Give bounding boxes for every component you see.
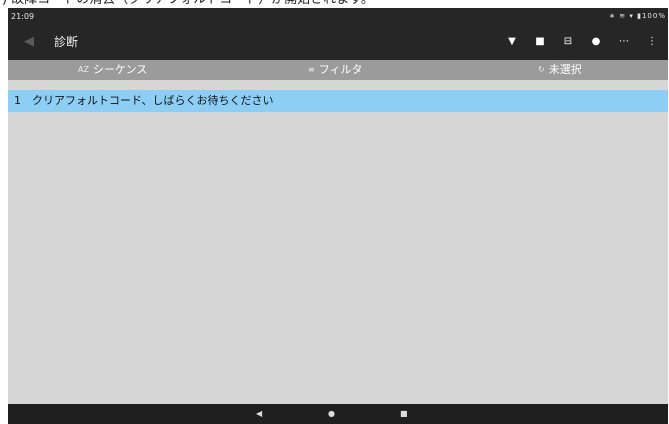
status-time: 21:09 xyxy=(11,12,35,21)
camera-icon[interactable]: ■ xyxy=(534,35,546,49)
nav-recents-icon[interactable]: ■ xyxy=(400,404,408,424)
sort-az-icon: AZ xyxy=(78,65,89,74)
more-icon[interactable]: ⋮ xyxy=(646,35,658,49)
system-status-icons: ∗ ≋ ▾ ▮100% xyxy=(609,12,666,20)
settings-icon[interactable]: ● xyxy=(590,35,602,49)
filter-button[interactable]: ≡ フィルタ xyxy=(308,60,362,80)
caption-text: ) 故障コードの消去（クリアフォルトコード）が開始されます。 xyxy=(0,0,669,8)
app-bar: ◀ 診断 ▼ ■ ⊟ ● ⋯ ⋮ xyxy=(8,25,668,60)
unselected-label: 未選択 xyxy=(548,63,582,76)
filter-icon: ≡ xyxy=(308,65,315,74)
list-item-text: クリアフォルトコード、しばらくお待ちください xyxy=(32,94,274,107)
wifi-icon[interactable]: ▼ xyxy=(506,35,518,49)
app-bar-actions: ▼ ■ ⊟ ● ⋯ ⋮ xyxy=(506,35,658,49)
print-icon[interactable]: ⊟ xyxy=(562,35,574,49)
device-screen: 21:09 ∗ ≋ ▾ ▮100% ◀ 診断 ▼ ■ ⊟ ● ⋯ ⋮ AZ シー… xyxy=(8,8,668,424)
sequence-label: シーケンス xyxy=(92,63,148,76)
page-title: 診断 xyxy=(54,35,79,49)
unselected-button[interactable]: ↻ 未選択 xyxy=(538,60,582,80)
back-icon[interactable]: ◀ xyxy=(24,35,42,49)
filter-label: フィルタ xyxy=(318,63,363,76)
list-toolbar: AZ シーケンス ≡ フィルタ ↻ 未選択 xyxy=(8,60,668,80)
nav-home-icon[interactable]: ● xyxy=(328,404,335,424)
list-item[interactable]: 1 クリアフォルトコード、しばらくお待ちください xyxy=(8,90,668,112)
list-item-index: 1 xyxy=(14,94,21,107)
nav-back-icon[interactable]: ◀ xyxy=(256,404,262,424)
grid-icon[interactable]: ⋯ xyxy=(618,35,630,49)
nav-bar: ◀ ● ■ xyxy=(8,404,668,424)
sequence-button[interactable]: AZ シーケンス xyxy=(78,60,147,80)
status-bar: 21:09 ∗ ≋ ▾ ▮100% xyxy=(8,8,668,25)
refresh-icon: ↻ xyxy=(538,65,545,74)
